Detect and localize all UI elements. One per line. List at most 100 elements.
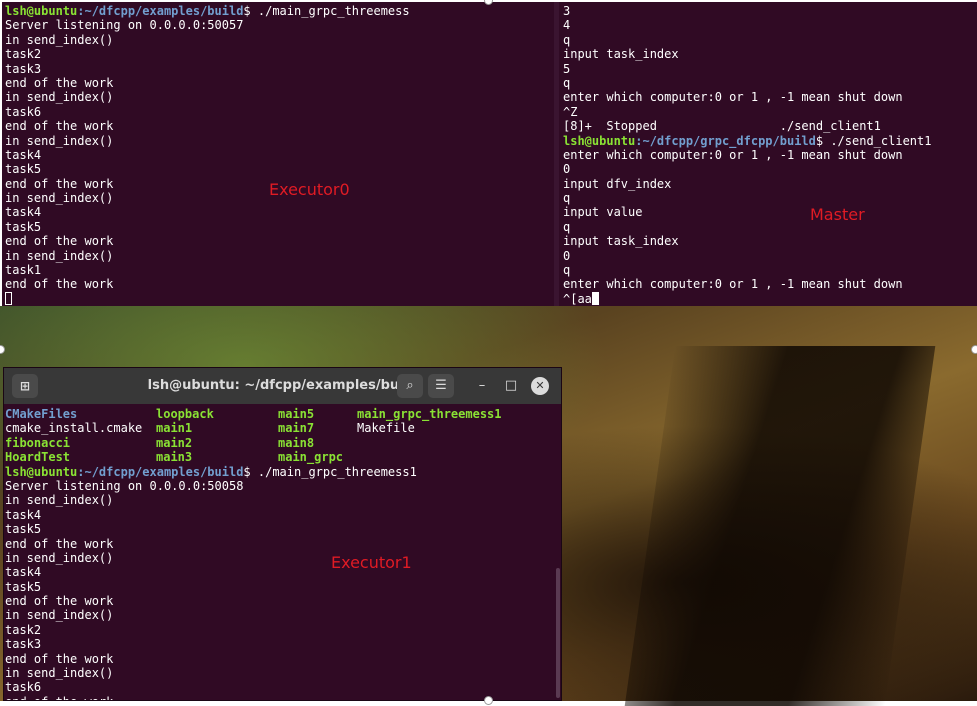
output-line: end of the work [5,277,114,292]
output-line: task5 [5,162,42,177]
output-line: task4 [5,147,42,162]
output-line: in send_index() [5,90,114,105]
output-line: task4 [5,205,42,220]
output-line: task4 [5,565,42,580]
ls-entry: main8 [278,435,315,450]
terminal-cursor [591,291,599,305]
output-line: enter which computer:0 or 1 , -1 mean sh… [563,90,903,105]
output-line: task3 [5,61,42,76]
typed-input: ^[aa [563,291,592,306]
search-icon[interactable]: ⌕ [397,374,423,398]
ls-entry: main1 [156,421,193,436]
output-line: task6 [5,680,42,695]
output-line: in send_index() [5,133,114,148]
ls-entry: main5 [278,407,315,421]
ls-entry: main7 [278,421,315,436]
ls-entry: main2 [156,435,193,450]
ls-entry: fibonacci [5,435,71,450]
output-line: in send_index() [5,550,114,565]
output-line: task5 [5,522,42,537]
prompt-user: lsh@ubuntu [563,133,636,148]
output-line: q [563,191,571,206]
output-line: end of the work [5,234,114,249]
output-line: q [563,75,571,90]
ls-entry: main_grpc_threemess1 [357,407,502,421]
hamburger-menu-icon[interactable]: ☰ [428,374,454,398]
prompt-command: $ ./main_grpc_threemess [243,4,410,18]
output-line: task2 [5,47,42,62]
output-line: enter which computer:0 or 1 , -1 mean sh… [563,147,903,162]
master-terminal[interactable]: 3 4 q input task_index 5 q enter which compute… [559,2,977,306]
output-line: 3 [563,4,571,18]
ls-entry: loopback [156,407,214,421]
output-line: task2 [5,622,42,637]
ls-output-row: cmake_install.cmake main1 main7 Makefile [5,421,556,435]
terminal-cursor [5,291,12,305]
window-titlebar[interactable]: ⊞ lsh@ubuntu: ~/dfcpp/examples/build ⌕ ☰… [4,368,561,404]
prompt-path: :~/dfcpp/examples/build [77,464,244,479]
output-line: end of the work [5,75,114,90]
ls-entry: Makefile [357,421,415,436]
ls-output-row: CMakeFiles loopback main5 main_grpc_threeme… [5,407,556,421]
prompt-user: lsh@ubuntu [5,4,78,18]
output-line: q [563,263,571,278]
ls-output-row: HoardTest main3 main_grpc [5,450,556,464]
executor0-label: Executor0 [269,180,350,199]
ls-entry: HoardTest [5,450,71,465]
output-line: in send_index() [5,666,114,681]
prompt-command: $ ./send_client1 [815,133,932,148]
maximize-icon[interactable]: □ [499,374,523,398]
output-line: q [563,32,571,47]
executor1-label: Executor1 [331,553,412,572]
output-line: [8]+ Stopped ./send_client1 [563,119,881,134]
master-label: Master [810,205,865,224]
prompt-path: :~/dfcpp/grpc_dfcpp/build [635,133,816,148]
output-line: 0 [563,248,571,263]
terminal-scrollbar[interactable] [556,568,560,698]
prompt-user: lsh@ubuntu [5,464,78,479]
output-line: in send_index() [5,608,114,623]
close-icon[interactable]: ✕ [531,377,549,395]
output-line: q [563,219,571,234]
output-line: in send_index() [5,493,114,508]
output-line: input task_index [563,234,679,249]
executor1-terminal-window[interactable]: ⊞ lsh@ubuntu: ~/dfcpp/examples/build ⌕ ☰… [3,367,562,701]
output-line: 4 [563,18,571,33]
prompt-line: lsh@ubuntu:~/dfcpp/grpc_dfcpp/build$ ./s… [563,134,977,148]
ls-entry: main_grpc [278,450,344,465]
output-line: end of the work [5,594,114,609]
prompt-command: $ ./main_grpc_threemess1 [243,464,417,479]
executor0-terminal[interactable]: lsh@ubuntu:~/dfcpp/examples/build$ ./mai… [2,2,554,306]
ls-entry: main3 [156,450,193,465]
output-line: in send_index() [5,32,114,47]
output-line: task5 [5,219,42,234]
output-line: input task_index [563,47,679,62]
output-line: in send_index() [5,248,114,263]
ls-entry: CMakeFiles [5,407,78,421]
output-line: task1 [5,263,42,278]
output-line: end of the work [5,119,114,134]
executor1-terminal[interactable]: CMakeFiles loopback main5 main_grpc_threeme… [4,404,556,700]
output-line: task5 [5,579,42,594]
ls-entry: cmake_install.cmake [5,421,143,436]
cursor-line [5,291,554,306]
output-line: 0 [563,162,571,177]
output-line: end of the work [5,695,556,700]
output-line: task4 [5,507,42,522]
frame-handle [971,345,977,354]
output-line: ^Z [563,104,578,119]
prompt-line: lsh@ubuntu:~/dfcpp/examples/build$ ./mai… [5,465,556,479]
output-line: input dfv_index [563,176,672,191]
prompt-path: :~/dfcpp/examples/build [77,4,244,18]
output-line: end of the work [5,536,114,551]
output-line: task3 [5,637,42,652]
output-line: 5 [563,61,571,76]
output-line: task6 [5,104,42,119]
output-line: Server listening on 0.0.0.0:50058 [5,478,244,493]
wallpaper-shadow [624,346,936,706]
output-line: Server listening on 0.0.0.0:50057 [5,18,244,33]
prompt-line: lsh@ubuntu:~/dfcpp/examples/build$ ./mai… [5,4,554,18]
minimize-icon[interactable]: – [470,374,494,398]
output-line: enter which computer:0 or 1 , -1 mean sh… [563,277,903,292]
output-line: end of the work [5,651,114,666]
